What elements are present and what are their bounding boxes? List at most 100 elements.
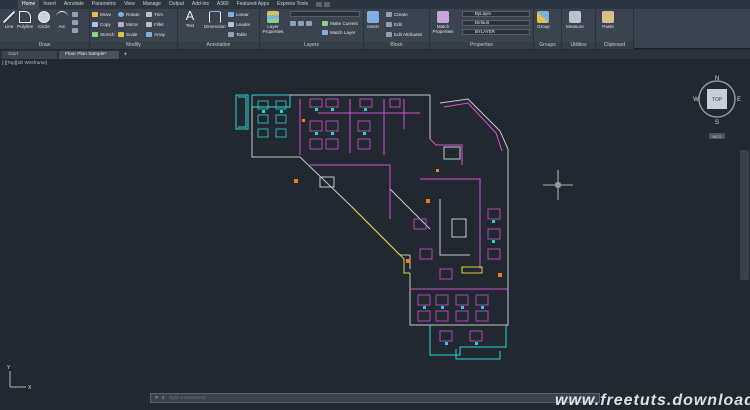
trim-button[interactable]: Trim xyxy=(146,12,163,17)
command-input[interactable] xyxy=(168,395,469,401)
viewport-controls-label[interactable]: [-][Top][2D Wireframe] xyxy=(2,60,47,65)
mirror-icon xyxy=(118,22,124,27)
properties-panel-title[interactable]: Properties xyxy=(430,42,533,49)
copy-button[interactable]: Copy xyxy=(92,22,111,27)
tab-parametric[interactable]: Parametric xyxy=(88,0,120,9)
tab-express-tools[interactable]: Express Tools xyxy=(273,0,312,9)
color-dropdown[interactable]: ByLayer xyxy=(462,11,530,17)
hatch-icon xyxy=(72,20,78,25)
move-button[interactable]: Move xyxy=(92,12,111,17)
layer-dropdown[interactable] xyxy=(290,11,360,17)
move-icon xyxy=(92,12,98,17)
mirror-button[interactable]: Mirror xyxy=(118,22,138,27)
tab-insert[interactable]: Insert xyxy=(39,0,60,9)
annotation-panel-title[interactable]: Annotation xyxy=(178,42,259,49)
tab-a360[interactable]: A360 xyxy=(213,0,233,9)
match-properties-icon xyxy=(437,11,449,23)
scale-icon xyxy=(118,32,124,37)
drawing-canvas[interactable]: Y X TOP N S E W WCS xyxy=(0,59,750,405)
table-button[interactable]: Table xyxy=(228,32,247,37)
linear-dropdown[interactable]: Linear xyxy=(228,12,249,17)
line-button[interactable]: Line xyxy=(3,11,15,29)
scale-button[interactable]: Scale xyxy=(118,32,138,37)
rotate-button[interactable]: Rotate xyxy=(118,12,140,17)
stretch-button[interactable]: Stretch xyxy=(92,32,115,37)
dimension-icon xyxy=(208,11,221,23)
rotate-icon xyxy=(118,12,124,17)
tab-featured-apps[interactable]: Featured Apps xyxy=(233,0,274,9)
circle-button[interactable]: Circle xyxy=(38,11,50,29)
arc-button[interactable]: Arc xyxy=(56,11,68,29)
modify-panel-title[interactable]: Modify xyxy=(90,42,177,49)
groups-panel-title[interactable]: Groups xyxy=(534,42,561,49)
group-button[interactable]: Group xyxy=(537,11,550,29)
fillet-button[interactable]: Fillet xyxy=(146,22,164,27)
layer-properties-button[interactable]: Layer Properties xyxy=(262,11,284,34)
array-button[interactable]: Array xyxy=(146,32,165,37)
draw-panel-title[interactable]: Draw xyxy=(0,42,89,49)
layer-tool-icon xyxy=(290,21,296,26)
navigation-bar[interactable] xyxy=(740,150,749,280)
edit-block-icon xyxy=(386,22,392,27)
leader-icon xyxy=(228,22,234,27)
panel-layers: Layer Properties Make Current Match Laye… xyxy=(260,9,364,49)
match-properties-button[interactable]: Match Properties xyxy=(432,11,454,34)
dimension-button[interactable]: Dimension xyxy=(204,11,226,29)
leader-dropdown[interactable]: Leader xyxy=(228,22,250,27)
text-a-icon: A xyxy=(185,8,195,23)
panel-draw: Line Polyline Circle Arc Draw xyxy=(0,9,90,49)
linetype-dropdown[interactable]: Default xyxy=(462,20,530,26)
create-block-icon xyxy=(386,12,392,17)
edit-attributes-icon xyxy=(386,32,392,37)
clipboard-panel-title[interactable]: Clipboard xyxy=(596,42,633,49)
tab-manage[interactable]: Manage xyxy=(139,0,165,9)
draw-extra-1[interactable] xyxy=(72,12,78,17)
block-panel-title[interactable]: Block xyxy=(364,42,429,49)
panel-clipboard: Paste Clipboard xyxy=(596,9,634,49)
circle-icon xyxy=(38,11,50,23)
viewcube-north: N xyxy=(715,76,719,82)
doc-tab-floor-plan[interactable]: Floor Plan Sample* xyxy=(59,51,119,59)
paste-button[interactable]: Paste xyxy=(602,11,614,29)
lineweight-dropdown[interactable]: BYLAYER xyxy=(462,29,530,35)
viewcube-top-label: TOP xyxy=(712,97,723,103)
match-layer-icon xyxy=(322,30,328,35)
text-button[interactable]: A Text xyxy=(184,8,196,28)
quick-access-icons[interactable] xyxy=(316,2,331,7)
new-tab-plus-icon[interactable]: + xyxy=(121,51,130,59)
insert-button[interactable]: Insert xyxy=(367,11,379,29)
measure-icon xyxy=(568,11,581,23)
layer-tool-icon xyxy=(306,21,312,26)
measure-button[interactable]: Measure xyxy=(566,11,584,29)
utilities-panel-title[interactable]: Utilities xyxy=(562,42,595,49)
edit-attributes-button[interactable]: Edit Attributes xyxy=(386,32,422,37)
layer-stack-icon xyxy=(267,11,279,23)
group-icon xyxy=(537,11,550,23)
tab-annotate[interactable]: Annotate xyxy=(60,0,88,9)
create-block-button[interactable]: Create xyxy=(386,12,408,17)
polyline-button[interactable]: Polyline xyxy=(17,11,33,29)
panel-properties: Match Properties ByLayer Default BYLAYER… xyxy=(430,9,534,49)
stretch-icon xyxy=(92,32,98,37)
panel-groups: Group Groups xyxy=(534,9,562,49)
layer-tools-row[interactable] xyxy=(290,21,312,26)
viewcube-south: S xyxy=(715,120,719,126)
ribbon: Line Polyline Circle Arc Draw Move Rotat… xyxy=(0,9,750,49)
edit-block-button[interactable]: Edit xyxy=(386,22,402,27)
tab-output[interactable]: Output xyxy=(165,0,188,9)
search-icon[interactable]: ⌕ xyxy=(162,395,165,401)
draw-extra-3[interactable] xyxy=(72,28,78,33)
panel-modify: Move Rotate Trim Copy Mirror Fillet Stre… xyxy=(90,9,178,49)
match-layer-button[interactable]: Match Layer xyxy=(322,30,355,35)
make-current-button[interactable]: Make Current xyxy=(322,21,358,26)
ellipse-icon xyxy=(72,28,78,33)
tab-home[interactable]: Home xyxy=(18,0,40,9)
draw-extra-2[interactable] xyxy=(72,20,78,25)
doc-tab-start[interactable]: Start xyxy=(2,51,57,59)
command-line[interactable]: × ⌕ xyxy=(150,393,600,403)
layers-panel-title[interactable]: Layers xyxy=(260,42,363,49)
viewcube-east: E xyxy=(737,97,741,103)
tab-view[interactable]: View xyxy=(120,0,139,9)
watermark-text: www.freetuts.download xyxy=(555,392,750,409)
close-icon[interactable]: × xyxy=(155,395,158,401)
